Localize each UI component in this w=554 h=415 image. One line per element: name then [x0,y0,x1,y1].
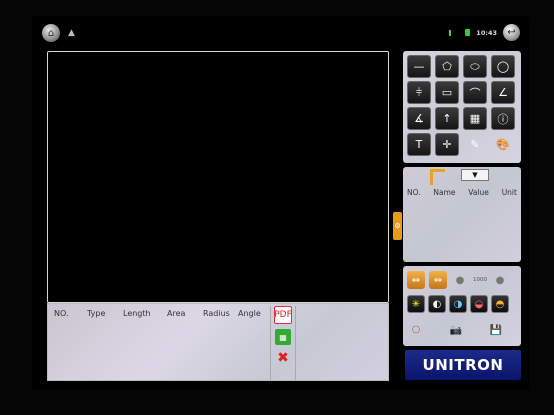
circle-icon[interactable]: ◯ [491,55,515,78]
home-icon[interactable]: ⌂ [42,24,60,42]
zoom-out-icon[interactable]: ⇔ [407,271,425,289]
contrast-icon[interactable]: ◐ [428,295,446,313]
measurement-actions: PDF ▦ ✖ [270,306,296,380]
grid-icon[interactable]: ▦ [463,107,487,130]
eraser-icon[interactable]: ✎ [463,133,487,156]
results-header: NO. Name Value Unit [407,188,517,197]
color-balance-icon[interactable]: ◒ [470,295,488,313]
info-icon[interactable]: ⓘ [491,107,515,130]
col-length: Length [123,309,151,318]
camera-row-capture: ⎔ 📷 💾 [407,321,505,339]
col-radius: Radius [203,309,230,318]
save-icon[interactable]: 💾 [487,321,505,339]
warning-icon: ▲ [68,28,75,38]
exposure-decrease-icon[interactable]: ● [451,271,469,289]
crosshair-icon[interactable]: ✛ [435,133,459,156]
delete-icon[interactable]: ✖ [275,350,291,366]
res-col-no: NO. [407,188,421,197]
collapse-panel-tab[interactable]: ⚙ [393,212,402,240]
signal-icon [449,29,459,36]
status-bar-left: ⌂ ▲ [42,24,75,42]
ellipse-icon[interactable]: ⬭ [463,55,487,78]
clock-time: 10:43 [476,28,497,37]
arc-icon[interactable]: ⌒ [463,81,487,104]
measurement-tools-panel: — ⬠ ⬭ ◯ ⫩ ▭ ⌒ ∠ ∡ ↑ ▦ ⓘ T ✛ ✎ 🎨 [403,51,521,163]
status-bar-right: 10:43 ↩ [449,24,520,41]
reset-icon[interactable]: ◓ [491,295,509,313]
res-col-name: Name [433,188,456,197]
brightness-icon[interactable]: ✳ [407,295,425,313]
res-col-unit: Unit [501,188,517,197]
res-col-value: Value [468,188,489,197]
zoom-in-icon[interactable]: ⇔ [429,271,447,289]
angle-icon[interactable]: ∠ [491,81,515,104]
camera-icon[interactable]: 📷 [447,321,465,339]
text-icon[interactable]: T [407,133,431,156]
live-image-viewer[interactable] [47,51,389,303]
measurement-table-header: NO. Type Length Area Radius Angle [54,309,268,318]
export-excel-icon[interactable]: ▦ [275,329,291,345]
rectangle-icon[interactable]: ▭ [435,81,459,104]
palette-icon[interactable]: 🎨 [491,133,515,156]
camera-row-adjust: ✳ ◐ ◑ ◒ ◓ [407,295,509,313]
calibration-icon[interactable] [430,169,445,185]
unit-dropdown[interactable]: ▼ [461,169,489,181]
exposure-increase-icon[interactable]: ● [491,271,509,289]
col-angle: Angle [238,309,261,318]
results-panel: ▼ NO. Name Value Unit [403,167,521,262]
line-icon[interactable]: — [407,55,431,78]
camera-controls-panel: ⇔ ⇔ ● 1000 ● ✳ ◐ ◑ ◒ ◓ ⎔ 📷 💾 [403,266,521,346]
saturation-icon[interactable]: ◑ [449,295,467,313]
col-area: Area [167,309,186,318]
measurement-table-panel: NO. Type Length Area Radius Angle PDF ▦ … [47,303,389,381]
camera-row-exposure: ⇔ ⇔ ● 1000 ● [407,271,509,289]
col-type: Type [87,309,106,318]
parallel-lines-icon[interactable]: ⫩ [407,81,431,104]
col-no: NO. [54,309,69,318]
exposure-value: 1000 [473,277,487,283]
gallery-icon[interactable]: ⎔ [407,321,425,339]
arrow-icon[interactable]: ↑ [435,107,459,130]
angle-measure-icon[interactable]: ∡ [407,107,431,130]
polygon-icon[interactable]: ⬠ [435,55,459,78]
battery-icon [465,29,471,36]
back-icon[interactable]: ↩ [503,24,520,41]
export-pdf-icon[interactable]: PDF [274,306,292,324]
brand-logo: UNITRON [405,350,521,380]
